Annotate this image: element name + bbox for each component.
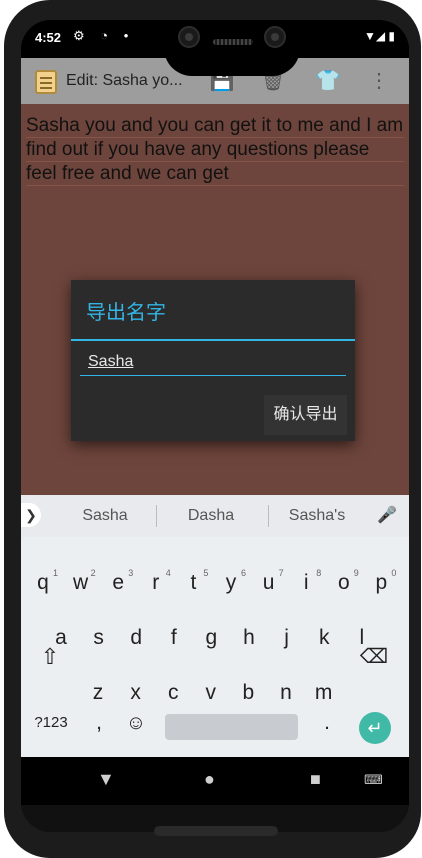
shirt-icon[interactable]: 👕 [314,67,342,95]
speaker-grille [154,826,278,836]
enter-key-icon[interactable]: ↵ [359,712,391,744]
export-name-dialog: 导出名字 Sasha 确认导出 [71,280,355,441]
key-number-hint: 9 [353,568,359,578]
key-number-hint: 6 [241,568,247,578]
suggestion-strip: ❯ Sasha Dasha Sasha's 🎤 [21,495,409,537]
notepad-app-icon [35,70,57,94]
dialog-title: 导出名字 [86,302,166,324]
key-c[interactable]: c [155,670,191,716]
home-icon[interactable]: ● [204,769,215,790]
suggestion-1[interactable]: Sasha [60,507,150,525]
phone-frame: 4:52 ⚙ ◔ • ▼◢ ▮ Edit: Sasha yo... 💾 🗑 👕 … [4,0,421,858]
suggestion-divider [156,505,157,527]
key-n[interactable]: n [268,670,304,716]
status-notification-icons: ⚙ ◔ • [73,28,135,43]
key-i[interactable]: i [288,560,324,606]
navigation-bar: ▼ ● ■ ⌨ [21,757,409,805]
soft-keyboard: ❯ Sasha Dasha Sasha's 🎤 q1w2e3r4t5y6u7i8… [21,495,409,757]
backspace-key-icon[interactable]: ⌫ [356,634,392,680]
suggestion-3[interactable]: Sasha's [272,507,362,525]
status-time: 4:52 [35,30,62,45]
keyboard-switch-icon[interactable]: ⌨ [364,772,383,788]
key-number-hint: 0 [391,568,397,578]
period-key[interactable]: . [309,700,345,746]
key-w[interactable]: w [63,560,99,606]
microphone-icon[interactable]: 🎤 [377,505,397,525]
key-j[interactable]: j [269,615,305,661]
key-u[interactable]: u [251,560,287,606]
recents-icon[interactable]: ■ [310,769,321,790]
key-p[interactable]: p [363,560,399,606]
status-system-icons: ▼◢ ▮ [363,29,395,43]
export-name-input[interactable]: Sasha [80,350,346,376]
key-r[interactable]: r [138,560,174,606]
key-number-hint: 1 [53,568,59,578]
shift-key-icon[interactable]: ⇧ [32,634,68,680]
more-options-icon[interactable]: ⋮ [365,67,393,95]
confirm-export-button[interactable]: 确认导出 [264,395,347,435]
key-s[interactable]: s [81,615,117,661]
key-f[interactable]: f [156,615,192,661]
key-g[interactable]: g [193,615,229,661]
emoji-key-icon[interactable]: ☺ [118,700,154,746]
key-number-hint: 3 [128,568,134,578]
note-text[interactable]: Sasha you and you can get it to me and I… [26,114,404,186]
key-number-hint: 2 [90,568,96,578]
key-h[interactable]: h [231,615,267,661]
export-name-value: Sasha [88,353,134,370]
key-y[interactable]: y [213,560,249,606]
key-o[interactable]: o [326,560,362,606]
dialog-title-divider [71,339,355,341]
back-icon[interactable]: ▼ [97,769,115,790]
key-d[interactable]: d [118,615,154,661]
symbols-key[interactable]: ?123 [29,700,73,746]
app-bar-title: Edit: Sasha yo... [66,72,183,89]
key-number-hint: 4 [165,568,171,578]
suggestion-divider [268,505,269,527]
front-camera-icon [178,26,200,48]
key-number-hint: 7 [278,568,284,578]
chevron-right-icon[interactable]: ❯ [21,503,41,527]
suggestion-2[interactable]: Dasha [166,507,256,525]
key-number-hint: 8 [316,568,322,578]
key-v[interactable]: v [193,670,229,716]
key-e[interactable]: e [100,560,136,606]
comma-key[interactable]: , [81,700,117,746]
camera-notch [164,20,300,76]
screen: 4:52 ⚙ ◔ • ▼◢ ▮ Edit: Sasha yo... 💾 🗑 👕 … [21,20,409,832]
key-b[interactable]: b [230,670,266,716]
key-k[interactable]: k [306,615,342,661]
note-editor[interactable]: Sasha you and you can get it to me and I… [21,104,409,495]
space-bar[interactable] [165,714,298,740]
key-t[interactable]: t [175,560,211,606]
key-q[interactable]: q [25,560,61,606]
key-number-hint: 5 [203,568,209,578]
earpiece-speaker [213,39,253,45]
front-sensor-icon [264,26,286,48]
